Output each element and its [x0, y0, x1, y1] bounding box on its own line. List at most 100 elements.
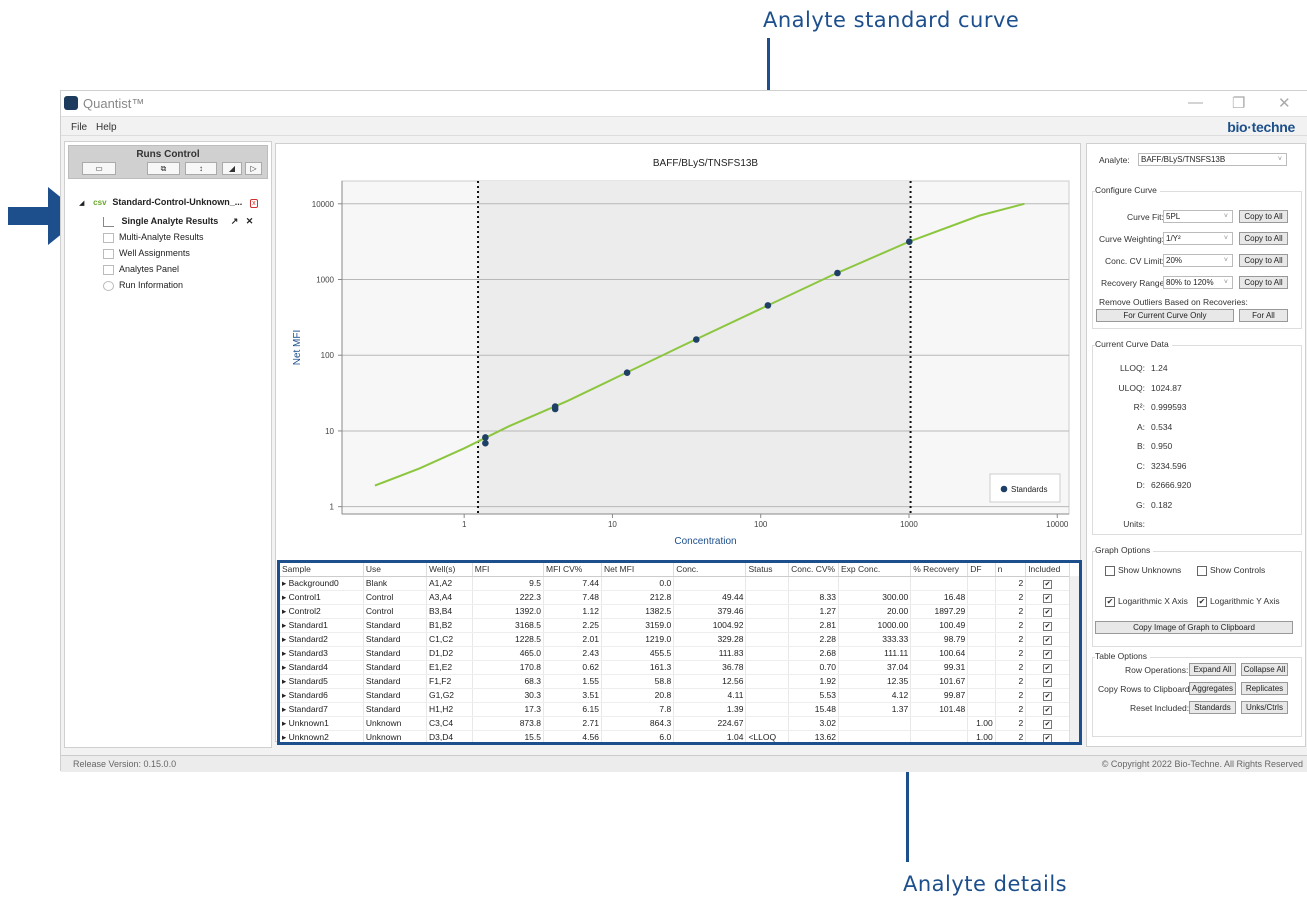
column-header[interactable]: Conc. CV% — [788, 563, 839, 577]
column-header[interactable]: Sample — [280, 563, 364, 577]
row-expand-icon[interactable]: ▸ — [282, 634, 289, 644]
row-expand-icon[interactable]: ▸ — [282, 718, 289, 728]
table-row[interactable]: ▸ Control2 Control B3,B4 1392.0 1.12 1382.5 37… — [280, 604, 1070, 619]
run-tree-root[interactable]: ◢ csv Standard-Control-Unknown_... x — [79, 197, 258, 208]
included-checkbox[interactable]: ✔ — [1025, 632, 1070, 647]
checkbox-icon[interactable]: ✔ — [1043, 677, 1053, 687]
outliers-current-button[interactable]: For Current Curve Only — [1096, 309, 1234, 322]
popout-icon[interactable]: ↗ — [231, 216, 239, 226]
weighting-select[interactable]: 1/Y² — [1163, 232, 1233, 245]
log-y-checkbox[interactable]: ✔ Logarithmic Y Axis — [1197, 596, 1280, 607]
table-row[interactable]: ▸ Standard2 Standard C1,C2 1228.5 2.01 1219.0… — [280, 632, 1070, 647]
checkbox-icon[interactable]: ✔ — [1043, 705, 1053, 715]
copy-to-all-button[interactable]: Copy to All — [1239, 276, 1288, 289]
copy-to-all-button[interactable]: Copy to All — [1239, 254, 1288, 267]
included-checkbox[interactable]: ✔ — [1025, 730, 1070, 742]
checkbox-icon[interactable]: ✔ — [1043, 663, 1053, 673]
close-tab-icon[interactable]: ✕ — [246, 216, 254, 226]
checkbox-icon[interactable]: ✔ — [1197, 596, 1207, 607]
row-expand-icon[interactable]: ▸ — [282, 578, 289, 588]
checkbox-icon[interactable]: ✔ — [1043, 635, 1053, 645]
row-expand-icon[interactable]: ▸ — [282, 690, 289, 700]
menu-help[interactable]: Help — [96, 122, 117, 133]
recovery-select[interactable]: 80% to 120% — [1163, 276, 1233, 289]
row-expand-icon[interactable]: ▸ — [282, 662, 289, 672]
included-checkbox[interactable]: ✔ — [1025, 688, 1070, 703]
column-header[interactable]: Conc. — [673, 563, 747, 577]
checkbox-icon[interactable]: ✔ — [1043, 649, 1053, 659]
open-folder-button[interactable]: ▭ — [82, 162, 116, 175]
column-header[interactable]: DF — [967, 563, 996, 577]
checkbox-icon[interactable] — [1197, 565, 1207, 576]
tree-item-run-info[interactable]: Run Information — [103, 280, 183, 291]
cv-limit-select[interactable]: 20% — [1163, 254, 1233, 267]
tree-item-single-analyte[interactable]: Single Analyte Results ↗ ✕ — [103, 216, 253, 227]
checkbox-icon[interactable]: ✔ — [1043, 593, 1053, 603]
expand-button[interactable]: ▷ — [245, 162, 262, 175]
row-expand-icon[interactable]: ▸ — [282, 592, 289, 602]
table-row[interactable]: ▸ Control1 Control A3,A4 222.3 7.48 212.8 49.4… — [280, 590, 1070, 605]
column-header[interactable]: MFI CV% — [543, 563, 602, 577]
included-checkbox[interactable]: ✔ — [1025, 660, 1070, 675]
reset-unks-button[interactable]: Unks/Ctrls — [1241, 701, 1288, 714]
log-x-checkbox[interactable]: ✔ Logarithmic X Axis — [1105, 596, 1188, 607]
included-checkbox[interactable]: ✔ — [1025, 674, 1070, 689]
collapse-all-button[interactable]: Collapse All — [1241, 663, 1288, 676]
checkbox-icon[interactable]: ✔ — [1043, 691, 1053, 701]
table-row[interactable]: ▸ Standard5 Standard F1,F2 68.3 1.55 58.8 12.5… — [280, 674, 1070, 689]
menu-file[interactable]: File — [71, 122, 87, 133]
column-header[interactable]: Net MFI — [601, 563, 675, 577]
row-expand-icon[interactable]: ▸ — [282, 732, 289, 742]
table-row[interactable]: ▸ Standard3 Standard D1,D2 465.0 2.43 455.5 11… — [280, 646, 1070, 661]
included-checkbox[interactable]: ✔ — [1025, 716, 1070, 731]
outliers-all-button[interactable]: For All — [1239, 309, 1288, 322]
show-controls-checkbox[interactable]: Show Controls — [1197, 565, 1265, 576]
column-header[interactable]: % Recovery — [910, 563, 969, 577]
checkbox-icon[interactable]: ✔ — [1043, 719, 1053, 729]
row-expand-icon[interactable]: ▸ — [282, 606, 289, 616]
table-row[interactable]: ▸ Standard1 Standard B1,B2 3168.5 2.25 3159.0… — [280, 618, 1070, 633]
show-unknowns-checkbox[interactable]: Show Unknowns — [1105, 565, 1181, 576]
copy-to-all-button[interactable]: Copy to All — [1239, 210, 1288, 223]
column-header[interactable]: Included — [1025, 563, 1070, 577]
included-checkbox[interactable]: ✔ — [1025, 702, 1070, 717]
curve-fit-select[interactable]: 5PL — [1163, 210, 1233, 223]
column-header[interactable]: Well(s) — [426, 563, 473, 577]
column-header[interactable]: Exp Conc. — [838, 563, 912, 577]
row-expand-icon[interactable]: ▸ — [282, 648, 289, 658]
checkbox-icon[interactable]: ✔ — [1043, 621, 1053, 631]
row-expand-icon[interactable]: ▸ — [282, 620, 289, 630]
column-header[interactable]: n — [995, 563, 1027, 577]
included-checkbox[interactable]: ✔ — [1025, 646, 1070, 661]
restore-icon[interactable]: ❐ — [1232, 94, 1245, 112]
tree-item-multi-analyte[interactable]: Multi-Analyte Results — [103, 232, 204, 243]
reset-standards-button[interactable]: Standards — [1189, 701, 1236, 714]
copy-graph-button[interactable]: Copy Image of Graph to Clipboard — [1095, 621, 1293, 634]
table-row[interactable]: ▸ Unknown2 Unknown D3,D4 15.5 4.56 6.0 1.04 <LL… — [280, 730, 1070, 742]
export-button[interactable]: ↕ — [185, 162, 217, 175]
included-checkbox[interactable]: ✔ — [1025, 576, 1070, 591]
checkbox-icon[interactable]: ✔ — [1043, 607, 1053, 617]
column-header[interactable]: MFI — [472, 563, 544, 577]
column-header[interactable]: Use — [363, 563, 428, 577]
collapse-button[interactable]: ◢ — [222, 162, 242, 175]
analyte-select[interactable]: BAFF/BLyS/TNSFS13B — [1138, 153, 1287, 166]
expand-all-button[interactable]: Expand All — [1189, 663, 1236, 676]
column-header[interactable]: Status — [745, 563, 790, 577]
aggregates-button[interactable]: Aggregates — [1189, 682, 1236, 695]
table-row[interactable]: ▸ Standard7 Standard H1,H2 17.3 6.15 7.8 1.39 1… — [280, 702, 1070, 717]
checkbox-icon[interactable] — [1105, 565, 1115, 576]
table-row[interactable]: ▸ Background0 Blank A1,A2 9.5 7.44 0.0 2 ✔ — [280, 576, 1070, 591]
checkbox-icon[interactable]: ✔ — [1043, 579, 1053, 589]
included-checkbox[interactable]: ✔ — [1025, 604, 1070, 619]
tree-expand-icon[interactable]: ◢ — [79, 200, 84, 207]
minimize-icon[interactable]: — — [1188, 94, 1203, 111]
copy-to-all-button[interactable]: Copy to All — [1239, 232, 1288, 245]
row-expand-icon[interactable]: ▸ — [282, 676, 289, 686]
included-checkbox[interactable]: ✔ — [1025, 618, 1070, 633]
included-checkbox[interactable]: ✔ — [1025, 590, 1070, 605]
table-row[interactable]: ▸ Unknown1 Unknown C3,C4 873.8 2.71 864.3 224.… — [280, 716, 1070, 731]
replicates-button[interactable]: Replicates — [1241, 682, 1288, 695]
tree-item-analytes-panel[interactable]: Analytes Panel — [103, 264, 179, 275]
close-run-icon[interactable]: x — [250, 199, 258, 208]
